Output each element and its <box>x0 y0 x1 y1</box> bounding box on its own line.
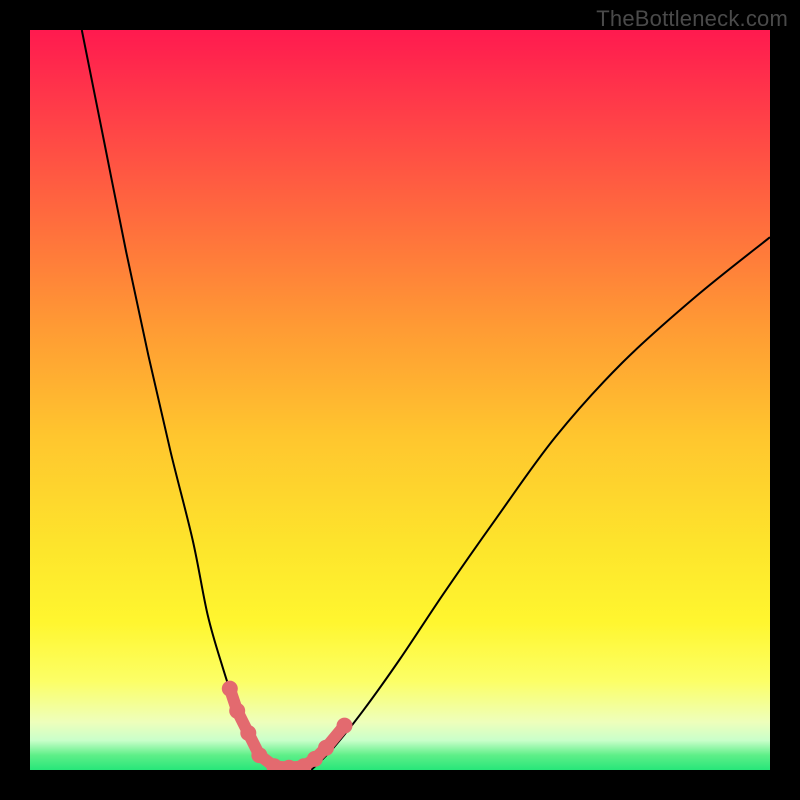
chart-frame: TheBottleneck.com <box>0 0 800 800</box>
watermark-text: TheBottleneck.com <box>596 6 788 32</box>
marker-dot <box>240 725 256 741</box>
right-curve <box>311 237 770 770</box>
marker-dot <box>318 740 334 756</box>
left-curve <box>82 30 274 770</box>
plot-area <box>30 30 770 770</box>
marker-dot <box>229 703 245 719</box>
chart-svg <box>30 30 770 770</box>
marker-dot <box>251 747 267 763</box>
marker-dot <box>222 681 238 697</box>
marker-dot <box>337 718 353 734</box>
